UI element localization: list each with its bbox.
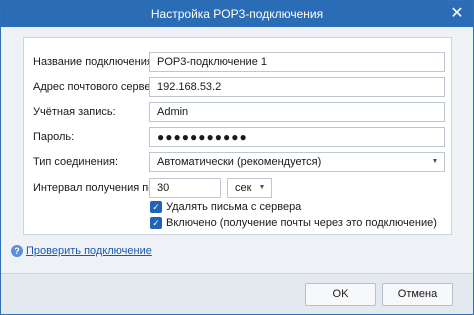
checkmark-icon[interactable]: ✓: [150, 201, 162, 214]
window-title: Настройка POP3-подключения: [150, 7, 324, 21]
delete-from-server-checkbox[interactable]: ✓ Удалять письма с сервера: [150, 199, 301, 215]
close-icon[interactable]: ✕: [447, 1, 467, 27]
server-address-input[interactable]: 192.168.53.2: [149, 77, 445, 97]
test-connection-label[interactable]: Проверить подключение: [26, 245, 152, 257]
settings-panel: Название подключения: POP3-подключение 1…: [23, 37, 452, 235]
delete-from-server-label: Удалять письма с сервера: [166, 201, 302, 214]
dialog-footer: OK Отмена: [1, 273, 473, 314]
ok-button[interactable]: OK: [305, 283, 376, 306]
interval-input[interactable]: 30: [149, 178, 221, 198]
interval-unit-value: сек: [235, 182, 252, 194]
password-label: Пароль:: [33, 131, 75, 143]
connection-name-label: Название подключения:: [33, 56, 156, 68]
cancel-button[interactable]: Отмена: [382, 283, 453, 306]
chevron-down-icon[interactable]: ▼: [253, 179, 271, 197]
server-address-label: Адрес почтового сервера:: [33, 81, 166, 93]
password-input[interactable]: ●●●●●●●●●●●: [149, 127, 445, 147]
info-icon: ?: [11, 245, 23, 258]
connection-type-value: Автоматически (рекомендуется): [157, 156, 322, 168]
connection-type-label: Тип соединения:: [33, 156, 118, 168]
interval-unit-select[interactable]: сек ▼: [227, 178, 272, 198]
enabled-checkbox[interactable]: ✓ Включено (получение почты через это под…: [150, 215, 437, 231]
test-connection-link[interactable]: ? Проверить подключение: [11, 244, 152, 258]
connection-name-input[interactable]: POP3-подключение 1: [149, 52, 445, 72]
account-input[interactable]: Admin: [149, 102, 445, 122]
checkmark-icon[interactable]: ✓: [150, 217, 162, 230]
enabled-label: Включено (получение почты через это подк…: [166, 217, 437, 230]
pop3-settings-dialog: Настройка POP3-подключения ✕ Название по…: [0, 0, 474, 315]
connection-type-select[interactable]: Автоматически (рекомендуется) ▼: [149, 152, 445, 172]
title-bar: Настройка POP3-подключения ✕: [1, 1, 473, 27]
chevron-down-icon[interactable]: ▼: [426, 153, 444, 171]
account-label: Учётная запись:: [33, 106, 116, 118]
